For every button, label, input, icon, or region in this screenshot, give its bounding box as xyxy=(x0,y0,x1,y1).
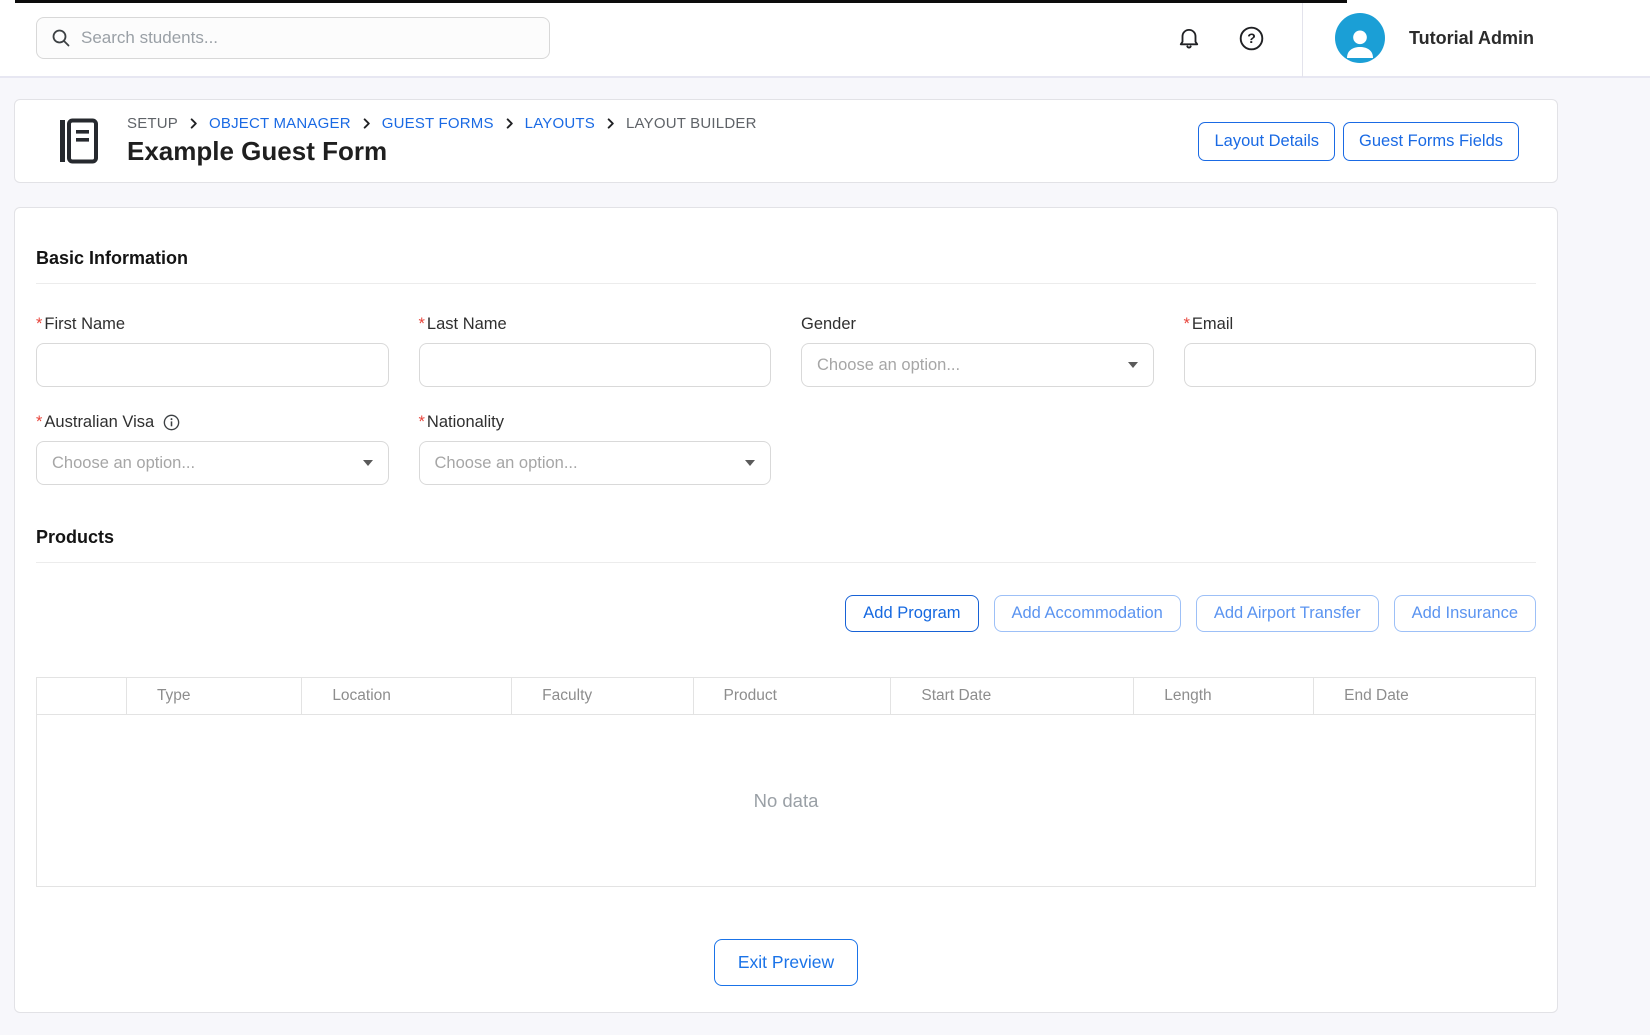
gender-field: Gender Choose an option... xyxy=(801,315,1154,387)
product-actions-row: Add Program Add Accommodation Add Airpor… xyxy=(36,595,1536,632)
first-name-input[interactable] xyxy=(36,343,389,387)
basic-fields-row-2: *Australian Visa Choose an option... *Na… xyxy=(36,413,1536,485)
page-content: SETUP OBJECT MANAGER GUEST FORMS LAYOUTS… xyxy=(14,99,1558,1013)
chevron-right-icon xyxy=(188,118,199,129)
search-box[interactable] xyxy=(36,17,550,59)
section-divider xyxy=(36,283,1536,284)
person-icon xyxy=(1340,23,1380,63)
email-input[interactable] xyxy=(1184,343,1537,387)
add-accommodation-button[interactable]: Add Accommodation xyxy=(994,595,1181,632)
add-insurance-button[interactable]: Add Insurance xyxy=(1394,595,1536,632)
basic-information-heading: Basic Information xyxy=(36,248,1536,269)
page-title: Example Guest Form xyxy=(127,136,1198,167)
breadcrumb-item-guest-forms[interactable]: GUEST FORMS xyxy=(382,115,494,132)
exit-preview-button[interactable]: Exit Preview xyxy=(714,939,858,986)
form-preview-card: Basic Information *First Name *Last Name… xyxy=(14,207,1558,1013)
notifications-bell-icon[interactable] xyxy=(1175,24,1203,52)
guest-form-icon xyxy=(55,116,101,166)
column-header-location: Location xyxy=(302,678,512,715)
breadcrumb-card: SETUP OBJECT MANAGER GUEST FORMS LAYOUTS… xyxy=(14,99,1558,183)
australian-visa-placeholder: Choose an option... xyxy=(52,454,195,473)
first-name-label: *First Name xyxy=(36,315,389,334)
column-header-length: Length xyxy=(1134,678,1314,715)
user-name[interactable]: Tutorial Admin xyxy=(1409,28,1534,49)
breadcrumb-main: SETUP OBJECT MANAGER GUEST FORMS LAYOUTS… xyxy=(127,115,1198,167)
search-input[interactable] xyxy=(81,28,535,48)
email-field: *Email xyxy=(1184,315,1537,387)
svg-text:?: ? xyxy=(1247,30,1256,46)
breadcrumb-item-layouts[interactable]: LAYOUTS xyxy=(525,115,595,132)
last-name-label: *Last Name xyxy=(419,315,772,334)
top-accent-line xyxy=(15,0,1347,3)
products-empty-row: No data xyxy=(37,715,1536,887)
topbar: ? Tutorial Admin xyxy=(0,0,1650,78)
column-header-product: Product xyxy=(693,678,891,715)
required-asterisk: * xyxy=(1184,315,1190,334)
breadcrumb-item-object-manager[interactable]: OBJECT MANAGER xyxy=(209,115,351,132)
topbar-divider xyxy=(1302,0,1303,77)
basic-fields-row-1: *First Name *Last Name Gender Choose an … xyxy=(36,315,1536,387)
nationality-select[interactable]: Choose an option... xyxy=(419,441,772,485)
australian-visa-field: *Australian Visa Choose an option... xyxy=(36,413,389,485)
nationality-placeholder: Choose an option... xyxy=(435,454,578,473)
required-asterisk: * xyxy=(419,413,425,432)
gender-select[interactable]: Choose an option... xyxy=(801,343,1154,387)
column-header-type: Type xyxy=(126,678,301,715)
chevron-right-icon xyxy=(605,118,616,129)
products-heading: Products xyxy=(36,527,1536,548)
guest-forms-fields-button[interactable]: Guest Forms Fields xyxy=(1343,122,1519,161)
header-actions: Layout Details Guest Forms Fields xyxy=(1198,122,1519,161)
add-program-button[interactable]: Add Program xyxy=(845,595,978,632)
first-name-field: *First Name xyxy=(36,315,389,387)
caret-down-icon xyxy=(745,460,755,466)
required-asterisk: * xyxy=(36,413,42,432)
add-airport-transfer-button[interactable]: Add Airport Transfer xyxy=(1196,595,1379,632)
required-asterisk: * xyxy=(36,315,42,334)
help-icon[interactable]: ? xyxy=(1237,24,1265,52)
australian-visa-select[interactable]: Choose an option... xyxy=(36,441,389,485)
caret-down-icon xyxy=(1128,362,1138,368)
column-header-end-date: End Date xyxy=(1314,678,1536,715)
email-label: *Email xyxy=(1184,315,1537,334)
last-name-field: *Last Name xyxy=(419,315,772,387)
required-asterisk: * xyxy=(419,315,425,334)
breadcrumb-item-setup: SETUP xyxy=(127,115,178,132)
last-name-input[interactable] xyxy=(419,343,772,387)
breadcrumb-item-layout-builder: LAYOUT BUILDER xyxy=(626,115,757,132)
products-table-header-row: Type Location Faculty Product Start Date… xyxy=(37,678,1536,715)
australian-visa-label: *Australian Visa xyxy=(36,413,389,432)
column-header-blank xyxy=(37,678,127,715)
caret-down-icon xyxy=(363,460,373,466)
products-table: Type Location Faculty Product Start Date… xyxy=(36,677,1536,887)
no-data-text: No data xyxy=(37,715,1536,887)
column-header-faculty: Faculty xyxy=(512,678,693,715)
search-icon xyxy=(51,28,71,48)
nationality-field: *Nationality Choose an option... xyxy=(419,413,772,485)
gender-label: Gender xyxy=(801,315,1154,334)
info-icon[interactable] xyxy=(163,414,180,431)
gender-placeholder: Choose an option... xyxy=(817,356,960,375)
section-divider xyxy=(36,562,1536,563)
chevron-right-icon xyxy=(504,118,515,129)
chevron-right-icon xyxy=(361,118,372,129)
avatar[interactable] xyxy=(1335,13,1385,63)
breadcrumb: SETUP OBJECT MANAGER GUEST FORMS LAYOUTS… xyxy=(127,115,1198,132)
topbar-right: ? Tutorial Admin xyxy=(1175,0,1650,77)
nationality-label: *Nationality xyxy=(419,413,772,432)
column-header-start-date: Start Date xyxy=(891,678,1134,715)
exit-preview-wrap: Exit Preview xyxy=(36,939,1536,986)
layout-details-button[interactable]: Layout Details xyxy=(1198,122,1335,161)
